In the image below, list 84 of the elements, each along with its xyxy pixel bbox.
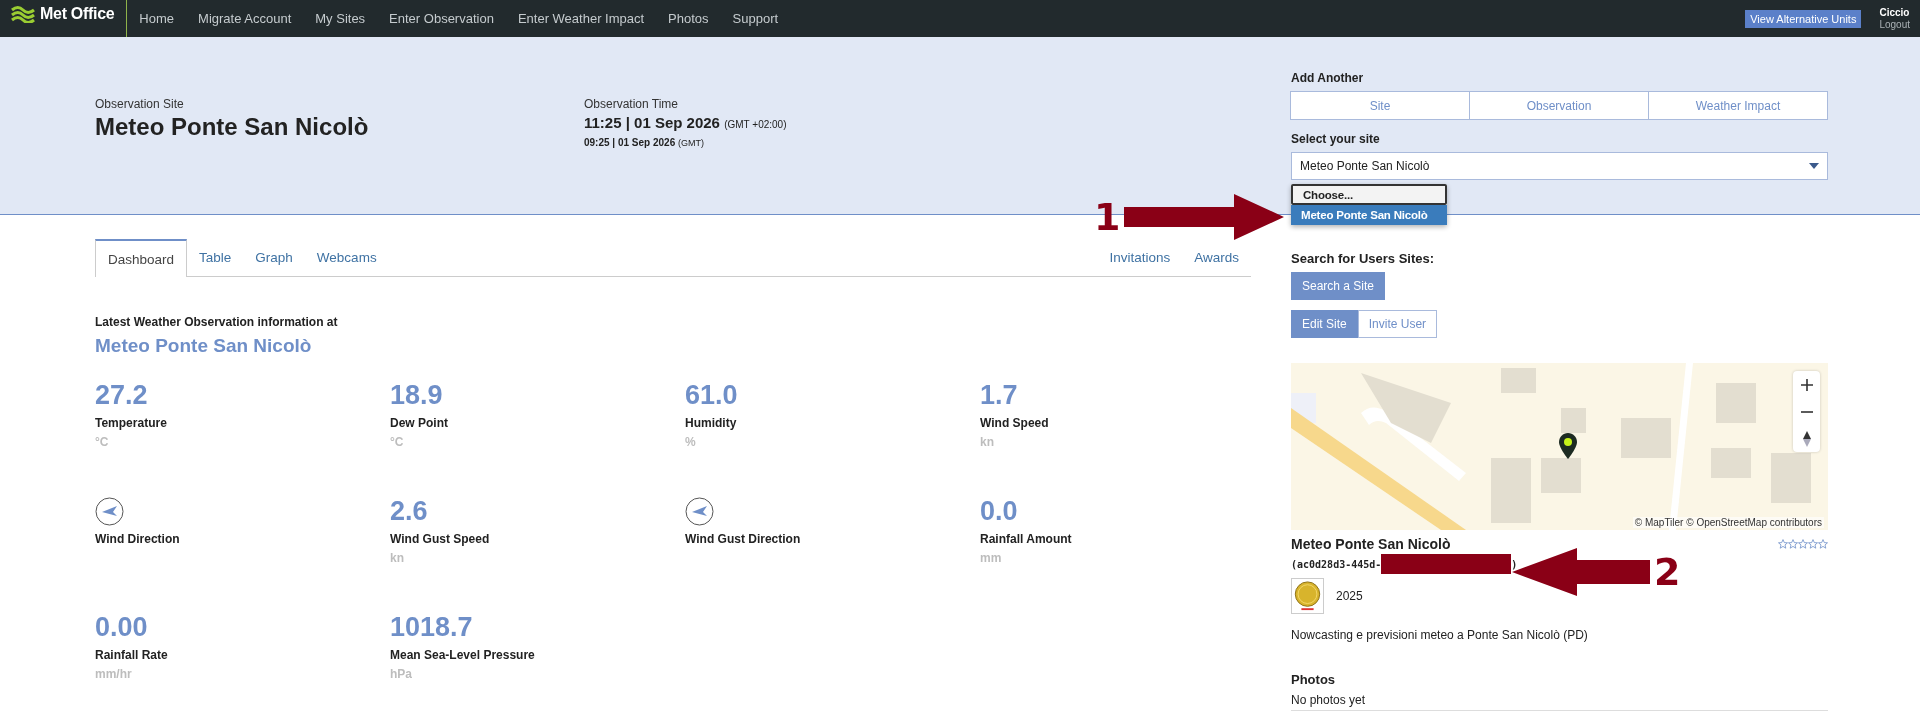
metric-label: Mean Sea-Level Pressure bbox=[390, 648, 536, 662]
nav-link[interactable]: Home bbox=[139, 11, 175, 26]
tab[interactable]: Dashboard bbox=[95, 239, 188, 277]
metric-unit: hPa bbox=[390, 667, 413, 681]
tab[interactable]: Awards bbox=[1182, 239, 1251, 276]
star-icon bbox=[1808, 539, 1818, 549]
select-label: Select your site bbox=[1291, 132, 1381, 146]
plus-icon bbox=[1800, 378, 1813, 391]
metric-value: 18.9 bbox=[390, 379, 444, 412]
site-card-name: Meteo Ponte San Nicolò bbox=[1291, 536, 1451, 552]
logo-text: Met Office bbox=[40, 4, 115, 23]
metric-value: 27.2 bbox=[95, 379, 149, 412]
metric-label: Wind Direction bbox=[95, 532, 181, 546]
logo-icon bbox=[10, 4, 36, 23]
metric-label: Wind Gust Speed bbox=[390, 532, 491, 546]
site-action-button[interactable]: Invite User bbox=[1357, 310, 1438, 338]
nav-link[interactable]: Enter Weather Impact bbox=[517, 11, 645, 26]
site-description: Nowcasting e previsioni meteo a Ponte San Nicolò (PD) bbox=[1291, 628, 1589, 642]
tab[interactable]: Table bbox=[187, 239, 244, 276]
site-id: (ac0d28d3-445d- bbox=[1291, 558, 1382, 570]
add-button[interactable]: Observation bbox=[1469, 91, 1649, 120]
site-name: Meteo Ponte San Nicolò bbox=[95, 335, 313, 357]
map-attribution: © MapTiler © OpenStreetMap contributors bbox=[1632, 517, 1824, 528]
section-heading: Latest Weather Observation information at bbox=[95, 315, 339, 329]
metric-value: 1.7 bbox=[980, 379, 1019, 412]
nav-link[interactable]: Migrate Account bbox=[198, 11, 292, 26]
metric-unit: °C bbox=[390, 435, 405, 449]
alternative-units-button[interactable]: View Alternative Units bbox=[1745, 9, 1862, 28]
dropdown-option[interactable]: Meteo Ponte San Nicolò bbox=[1291, 205, 1447, 225]
nav-link[interactable]: Support bbox=[732, 11, 779, 26]
metric-value: 2.6 bbox=[390, 495, 429, 528]
tab[interactable]: Graph bbox=[243, 239, 305, 276]
metric-label: Humidity bbox=[685, 416, 738, 430]
site-action-button[interactable]: Edit Site bbox=[1291, 310, 1358, 338]
metric-unit: % bbox=[685, 435, 697, 449]
wind-direction-icon bbox=[685, 497, 714, 526]
no-photos-text: No photos yet bbox=[1291, 693, 1828, 711]
metric-label: Rainfall Rate bbox=[95, 648, 169, 662]
metric-unit: °C bbox=[95, 435, 110, 449]
search-site-button[interactable]: Search a Site bbox=[1291, 272, 1386, 300]
user-name: Ciccio bbox=[1879, 6, 1910, 19]
gmt-time: 09:25 | 01 Sep 2026 (GMT) bbox=[584, 137, 705, 148]
site-title: Meteo Ponte San Nicolò bbox=[95, 113, 370, 141]
metric-unit: kn bbox=[390, 551, 405, 565]
tab[interactable]: Invitations bbox=[1097, 239, 1183, 276]
metric-unit: kn bbox=[980, 435, 995, 449]
star-icon bbox=[1818, 539, 1828, 549]
search-label: Search for Users Sites: bbox=[1291, 251, 1436, 266]
site-label: Observation Site bbox=[95, 97, 185, 111]
metric-label: Dew Point bbox=[390, 416, 449, 430]
metric-label: Temperature bbox=[95, 416, 168, 430]
metric-value: 0.00 bbox=[95, 611, 149, 644]
site-select[interactable]: Meteo Ponte San Nicolò bbox=[1291, 152, 1828, 180]
award-year: 2025 bbox=[1336, 589, 1363, 603]
annotation-number: 2 bbox=[1654, 550, 1681, 594]
compass-icon bbox=[1802, 430, 1811, 447]
wind-direction-icon bbox=[95, 497, 124, 526]
metric-value: 1018.7 bbox=[390, 611, 474, 644]
nav-link[interactable]: Enter Observation bbox=[389, 11, 494, 26]
caret-icon bbox=[1809, 163, 1819, 169]
star-icon bbox=[1798, 539, 1808, 549]
nav-link[interactable]: My Sites bbox=[315, 11, 366, 26]
nav-link[interactable]: Photos bbox=[668, 11, 709, 26]
metric-value: 61.0 bbox=[685, 379, 739, 412]
time-label: Observation Time bbox=[584, 97, 680, 111]
medal-icon bbox=[1291, 578, 1324, 614]
logout-link[interactable]: Logout bbox=[1879, 18, 1910, 31]
map-pin-icon bbox=[1559, 433, 1577, 459]
metric-label: Rainfall Amount bbox=[980, 532, 1073, 546]
metric-unit: mm bbox=[980, 551, 1003, 565]
add-button[interactable]: Site bbox=[1290, 91, 1470, 120]
star-icon bbox=[1778, 539, 1788, 549]
metric-unit: mm/hr bbox=[95, 667, 133, 681]
add-another-label: Add Another bbox=[1291, 71, 1365, 85]
star-icon bbox=[1788, 539, 1798, 549]
metric-value: 0.0 bbox=[980, 495, 1019, 528]
local-time: 11:25 | 01 Sep 2026 (GMT +02:00) bbox=[584, 114, 787, 131]
metric-label: Wind Speed bbox=[980, 416, 1050, 430]
dropdown-option[interactable]: Choose... bbox=[1291, 184, 1447, 205]
metric-label: Wind Gust Direction bbox=[685, 532, 802, 546]
photos-heading: Photos bbox=[1291, 672, 1337, 687]
tab[interactable]: Webcams bbox=[304, 239, 389, 276]
add-button[interactable]: Weather Impact bbox=[1648, 91, 1828, 120]
site-id-end: ) bbox=[1511, 558, 1518, 570]
